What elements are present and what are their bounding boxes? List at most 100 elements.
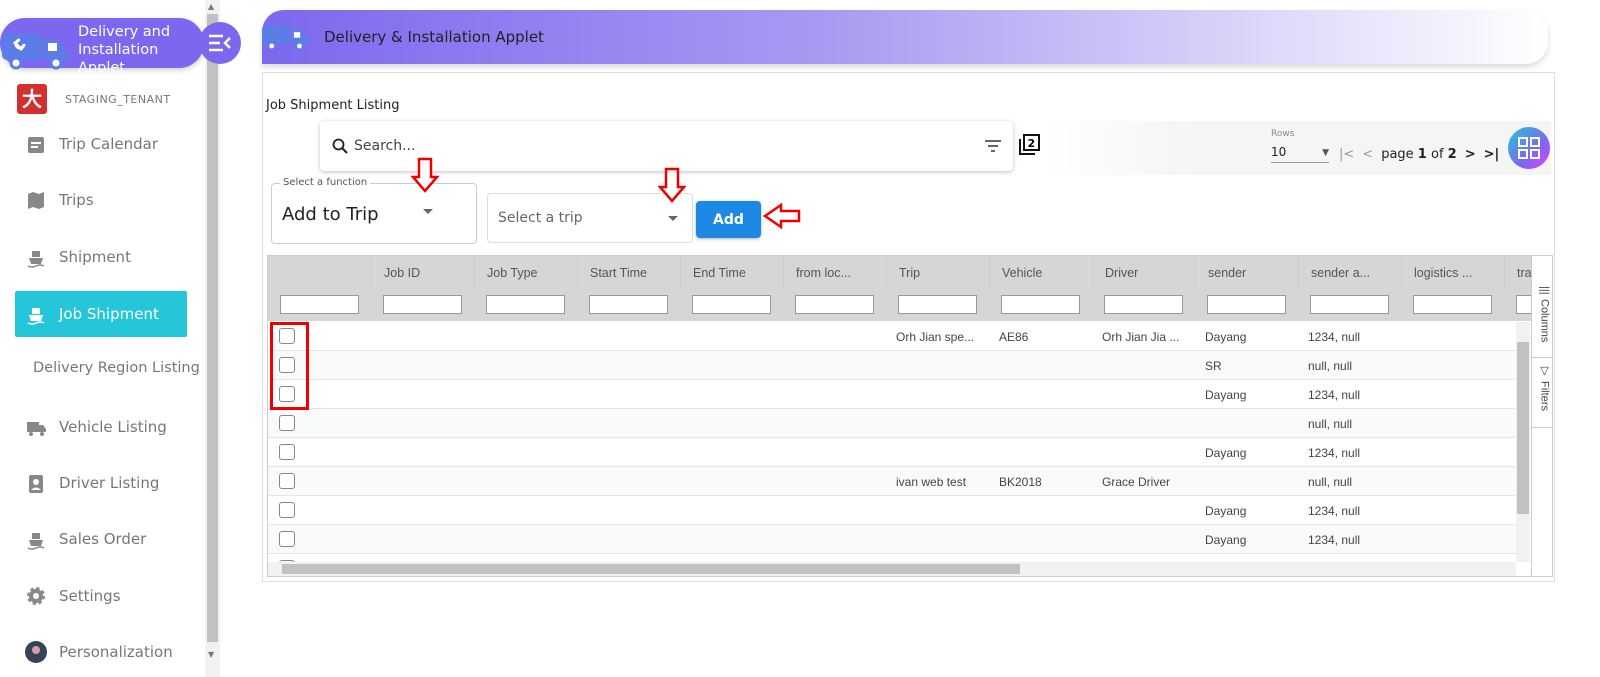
column-filter-input[interactable]	[1413, 295, 1492, 314]
cell-sender: Dayang	[1205, 504, 1247, 518]
column-filter-input[interactable]	[1001, 295, 1080, 314]
sidebar-item-driver-listing[interactable]: Driver Listing	[15, 460, 187, 506]
cell-sender: Dayang	[1205, 388, 1247, 402]
truck-logo-icon	[262, 25, 308, 51]
first-page-icon[interactable]: |<	[1339, 147, 1354, 162]
row-checkbox[interactable]	[279, 473, 295, 489]
grid-vertical-scrollbar[interactable]	[1516, 322, 1530, 562]
column-header[interactable]: End Time	[680, 256, 783, 289]
sidebar-item-job-shipment[interactable]: Job Shipment	[15, 291, 187, 337]
row-checkbox[interactable]	[279, 444, 295, 460]
filters-tab-label: Filters	[1538, 381, 1551, 411]
page-title: Job Shipment Listing	[266, 98, 400, 113]
sidebar-item-settings[interactable]: Settings	[15, 573, 187, 619]
grid-horizontal-scrollbar[interactable]	[268, 562, 1516, 576]
grid-icon	[1518, 137, 1540, 159]
next-page-icon[interactable]: >	[1465, 147, 1476, 162]
collapse-sidebar-button[interactable]	[199, 22, 241, 64]
truck-logo-icon	[2, 34, 68, 70]
cell-vehicle: BK2018	[999, 475, 1042, 489]
table-row[interactable]: Orh Jian spe... AE86 Orh Jian Jia ... Dayan…	[268, 322, 1516, 351]
table-row[interactable]: ivan web test BK2018 Grace Driver null, nul…	[268, 467, 1516, 496]
table-row[interactable]: Dayang 1234, null	[268, 380, 1516, 409]
search-input[interactable]	[354, 138, 985, 154]
cell-sender-address: 1234, null	[1308, 446, 1361, 460]
row-checkbox[interactable]	[279, 531, 295, 547]
sidebar-item-label: Trip Calendar	[59, 135, 159, 153]
column-header[interactable]: logistics ...	[1401, 256, 1504, 289]
sidebar-item-vehicle-listing[interactable]: Vehicle Listing	[15, 404, 187, 450]
cell-sender-address: 1234, null	[1308, 388, 1361, 402]
column-header-label: End Time	[693, 266, 746, 280]
column-filter-input[interactable]	[1310, 295, 1389, 314]
row-checkbox[interactable]	[279, 415, 295, 431]
table-row[interactable]: SR null, null	[268, 351, 1516, 380]
column-filter-input[interactable]	[383, 295, 462, 314]
sidebar-item-label: Vehicle Listing	[59, 418, 167, 436]
selected-count-icon[interactable]: 2	[1018, 134, 1040, 156]
last-page-icon[interactable]: >|	[1484, 147, 1500, 162]
table-row[interactable]: null, null	[268, 409, 1516, 438]
grid-view-button[interactable]	[1508, 127, 1550, 169]
sidebar-item-trips[interactable]: Trips	[15, 177, 187, 223]
column-filter-input[interactable]	[692, 295, 771, 314]
annotation-arrow-left-icon	[763, 203, 801, 229]
sidebar-item-shipment[interactable]: Shipment	[15, 234, 187, 280]
column-header[interactable]: sender a...	[1298, 256, 1401, 289]
job-shipment-listing-card: Job Shipment Listing 2 Rows 10 ▼ |< < pag…	[262, 72, 1555, 582]
column-header[interactable]: sender	[1195, 256, 1298, 289]
column-header[interactable]: Driver	[1092, 256, 1195, 289]
columns-tab-label: Columns	[1538, 298, 1551, 342]
sidebar-item-label: Shipment	[59, 248, 131, 266]
column-filter-input[interactable]	[280, 295, 359, 314]
add-button[interactable]: Add	[696, 201, 761, 238]
table-row[interactable]: Dayang 1234, null	[268, 438, 1516, 467]
sidebar-item-label: Personalization	[59, 643, 173, 661]
scroll-down-icon[interactable]: ▼	[208, 650, 214, 659]
column-header[interactable]: Start Time	[577, 256, 680, 289]
sidebar-item-delivery-region-listing[interactable]: Delivery Region Listing	[33, 360, 200, 376]
header-title: Delivery & Installation Applet	[324, 28, 544, 46]
column-filter-input[interactable]	[589, 295, 668, 314]
grid-side-panel: ||| Columns ▽ Filters	[1531, 256, 1552, 576]
column-filter-input[interactable]	[795, 295, 874, 314]
sidebar-item-label: Sales Order	[59, 530, 147, 548]
gear-icon	[27, 587, 45, 605]
column-header[interactable]: from loc...	[783, 256, 886, 289]
column-filter-input[interactable]	[1104, 295, 1183, 314]
filter-icon[interactable]	[985, 140, 1001, 152]
cell-sender-address: 1234, null	[1308, 330, 1361, 344]
column-header[interactable]: Job ID	[371, 256, 474, 289]
column-filter-input[interactable]	[898, 295, 977, 314]
ship-icon	[27, 308, 45, 325]
table-row[interactable]: Dayang 1234, null	[268, 525, 1516, 554]
sidebar-item-label: Job Shipment	[59, 305, 159, 323]
column-header[interactable]: Trip	[886, 256, 989, 289]
prev-page-icon[interactable]: <	[1362, 147, 1373, 162]
cell-sender-address: null, null	[1308, 359, 1353, 373]
cell-sender: Dayang	[1205, 533, 1247, 547]
app-header: Delivery & Installation Applet	[262, 10, 1548, 64]
function-select[interactable]: Select a function Add to Trip	[271, 177, 477, 244]
column-filter-input[interactable]	[1207, 295, 1286, 314]
column-filter-input[interactable]	[486, 295, 565, 314]
column-header-label: Trip	[899, 266, 921, 280]
column-header-label: Vehicle	[1002, 266, 1043, 280]
tenant-selector[interactable]: 大 STAGING_TENANT	[17, 84, 171, 114]
scroll-up-icon[interactable]: ▲	[208, 2, 214, 11]
filters-tab[interactable]: ▽ Filters	[1532, 358, 1552, 428]
column-header[interactable]	[268, 256, 371, 289]
row-checkbox[interactable]	[279, 502, 295, 518]
sidebar-item-sales-order[interactable]: Sales Order	[15, 516, 187, 562]
sidebar-scrollbar[interactable]: ▲ ▼	[205, 0, 220, 677]
column-header[interactable]: Vehicle	[989, 256, 1092, 289]
sidebar: Delivery and Installation Applet 大 STAGI…	[0, 0, 205, 677]
job-shipment-grid: Job ID Job Type Start Time End Time from loc…	[267, 255, 1553, 577]
sidebar-item-trip-calendar[interactable]: Trip Calendar	[15, 121, 187, 167]
brand-banner: Delivery and Installation Applet	[0, 18, 204, 76]
column-header[interactable]: Job Type	[474, 256, 577, 289]
rows-per-page-select[interactable]: 10 ▼	[1271, 145, 1329, 163]
sidebar-item-personalization[interactable]: Personalization	[15, 629, 187, 675]
columns-tab[interactable]: ||| Columns	[1532, 280, 1552, 358]
table-row[interactable]: Dayang 1234, null	[268, 496, 1516, 525]
